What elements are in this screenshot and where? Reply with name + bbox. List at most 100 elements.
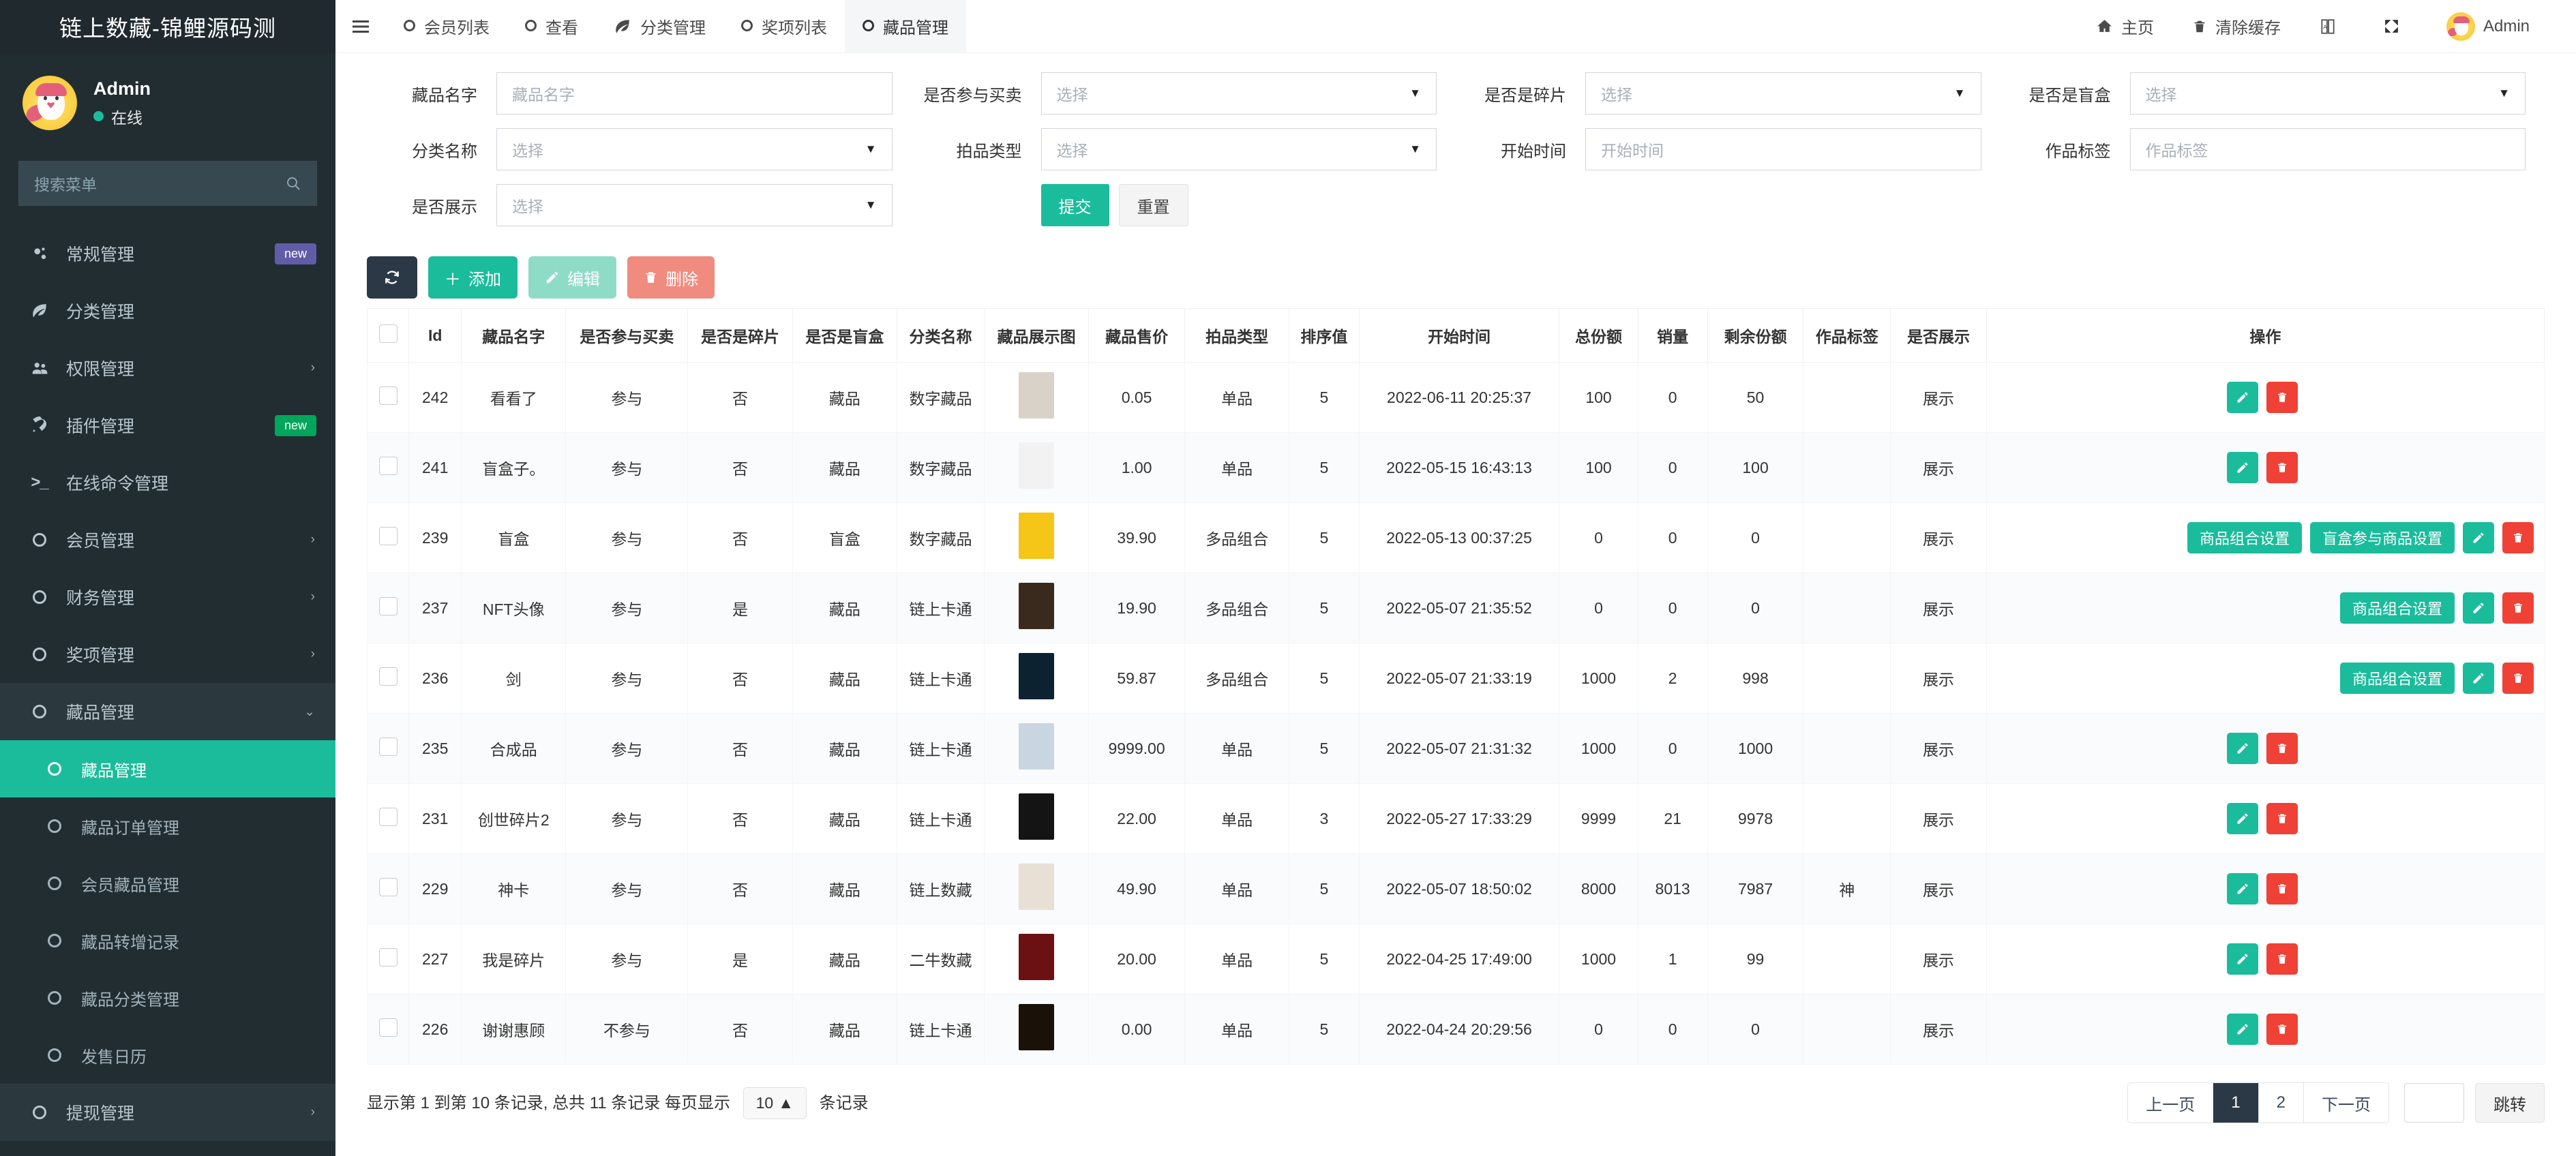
row-edit-button[interactable]: [2463, 663, 2494, 694]
row-checkbox[interactable]: [378, 596, 398, 615]
table-row[interactable]: 227 我是碎片 参与是藏品 二牛数藏 20.00 单品 5 2022-04-25 17:49…: [366, 924, 2545, 994]
row-checkbox[interactable]: [378, 877, 398, 896]
collection-thumbnail[interactable]: [1019, 864, 1055, 910]
row-delete-button[interactable]: [2266, 873, 2298, 904]
row-edit-button[interactable]: [2227, 803, 2259, 834]
filter-input[interactable]: 藏品名字: [496, 72, 893, 115]
edit-button[interactable]: 编辑: [528, 256, 616, 299]
brand-title[interactable]: 链上数藏-锦鲤源码测: [0, 0, 335, 53]
tab-3[interactable]: 奖项列表: [723, 0, 845, 52]
cell-display[interactable]: 展示: [1890, 362, 1987, 433]
jump-input[interactable]: [2404, 1083, 2464, 1123]
sidebar-item-2[interactable]: 权限管理 ›: [0, 339, 335, 397]
page-button-1[interactable]: 1: [2213, 1083, 2259, 1123]
row-checkbox-cell[interactable]: [366, 994, 410, 1065]
topbar-action-2[interactable]: A: [2300, 18, 2364, 35]
table-row[interactable]: 239 盲盒 参与否盲盒 数字藏品 39.90 多品组合 5 2022-05-13 00:37…: [366, 502, 2545, 573]
sidebar-item-13[interactable]: 藏品分类管理: [0, 969, 335, 1026]
row-checkbox-cell[interactable]: [366, 853, 410, 924]
tab-4[interactable]: 藏品管理: [845, 0, 966, 52]
row-checkbox[interactable]: [378, 807, 398, 826]
sidebar-item-15[interactable]: 提现管理 ›: [0, 1084, 335, 1141]
row-checkbox-cell[interactable]: [366, 643, 410, 714]
row-edit-button[interactable]: [2227, 733, 2259, 764]
cell-display[interactable]: 展示: [1890, 994, 1987, 1065]
table-row[interactable]: 229 神卡 参与否藏品 链上数藏 49.90 单品 5 2022-05-07 18:50:0…: [366, 853, 2545, 924]
sidebar-item-12[interactable]: 藏品转增记录: [0, 912, 335, 969]
sidebar-item-10[interactable]: 藏品订单管理: [0, 797, 335, 855]
row-checkbox[interactable]: [378, 526, 398, 545]
tab-2[interactable]: 分类管理: [596, 0, 723, 52]
row-checkbox-cell[interactable]: [366, 573, 410, 643]
sidebar-item-6[interactable]: 财务管理 ›: [0, 568, 335, 626]
topbar-action-3[interactable]: [2364, 18, 2427, 35]
row-checkbox[interactable]: [378, 667, 398, 686]
topbar-action-1[interactable]: 清除缓存: [2173, 14, 2300, 38]
row-delete-button[interactable]: [2502, 663, 2534, 694]
row-delete-button[interactable]: [2266, 943, 2298, 975]
topbar-action-4[interactable]: Admin: [2427, 12, 2549, 41]
row-delete-button[interactable]: [2266, 1014, 2298, 1045]
row-edit-button[interactable]: [2227, 1014, 2259, 1045]
cell-display[interactable]: 展示: [1890, 573, 1987, 643]
sidebar-item-8[interactable]: 藏品管理 ⌄: [0, 683, 335, 740]
prev-page-button[interactable]: 上一页: [2128, 1083, 2214, 1123]
tab-0[interactable]: 会员列表: [386, 0, 507, 52]
row-delete-button[interactable]: [2502, 592, 2534, 624]
filter-input[interactable]: 开始时间: [1585, 128, 1981, 170]
cell-thumb[interactable]: [983, 573, 1090, 643]
hamburger-icon[interactable]: [335, 0, 386, 52]
table-row[interactable]: 231 创世碎片2 参与否藏品 链上卡通 22.00 单品 3 2022-05-27 17:3…: [366, 783, 2545, 854]
table-row[interactable]: 242 看看了 参与否藏品 数字藏品 0.05 单品 5 2022-06-11 20:25:3…: [366, 362, 2545, 433]
extra-action-button[interactable]: 商品组合设置: [2339, 663, 2455, 694]
page-button-2[interactable]: 2: [2258, 1083, 2304, 1123]
collection-thumbnail[interactable]: [1019, 583, 1055, 629]
cell-thumb[interactable]: [983, 432, 1090, 503]
delete-button[interactable]: 删除: [627, 256, 715, 299]
collection-thumbnail[interactable]: [1019, 793, 1055, 840]
collection-thumbnail[interactable]: [1019, 513, 1055, 559]
submit-button[interactable]: 提交: [1040, 184, 1109, 226]
add-button[interactable]: ＋ 添加: [428, 256, 518, 299]
row-edit-button[interactable]: [2227, 873, 2259, 904]
row-checkbox[interactable]: [378, 386, 398, 405]
row-checkbox[interactable]: [378, 737, 398, 756]
cell-display[interactable]: 展示: [1890, 432, 1987, 503]
row-edit-button[interactable]: [2463, 522, 2494, 553]
row-edit-button[interactable]: [2227, 452, 2259, 483]
row-delete-button[interactable]: [2266, 382, 2298, 413]
reset-button[interactable]: 重置: [1118, 184, 1188, 226]
row-delete-button[interactable]: [2266, 733, 2298, 764]
sidebar-item-4[interactable]: >_ 在线命令管理: [0, 454, 335, 511]
page-size-selector[interactable]: 10 ▲: [743, 1086, 807, 1119]
filter-select[interactable]: 选择 ▼: [1040, 128, 1437, 170]
select-all-checkbox[interactable]: [378, 324, 398, 343]
cell-thumb[interactable]: [983, 924, 1090, 994]
filter-select[interactable]: 选择 ▼: [1585, 72, 1981, 115]
row-delete-button[interactable]: [2266, 452, 2298, 483]
row-delete-button[interactable]: [2502, 522, 2534, 553]
row-checkbox-cell[interactable]: [366, 924, 410, 994]
collection-thumbnail[interactable]: [1019, 934, 1055, 980]
filter-input[interactable]: 作品标签: [2129, 128, 2526, 170]
cell-thumb[interactable]: [983, 713, 1090, 784]
filter-select[interactable]: 选择 ▼: [1040, 72, 1437, 115]
sidebar-item-14[interactable]: 发售日历: [0, 1026, 335, 1084]
filter-select[interactable]: 选择 ▼: [496, 128, 893, 170]
sidebar-item-9[interactable]: 藏品管理: [0, 740, 335, 797]
next-page-button[interactable]: 下一页: [2304, 1083, 2388, 1123]
table-row[interactable]: 241 盲盒子。 参与否藏品 数字藏品 1.00 单品 5 2022-05-15 16:43:…: [366, 432, 2545, 503]
cell-thumb[interactable]: [983, 362, 1090, 433]
table-row[interactable]: 235 合成品 参与否藏品 链上卡通 9999.00 单品 5 2022-05-07 21:3…: [366, 713, 2545, 784]
row-edit-button[interactable]: [2463, 592, 2494, 624]
sidebar-item-0[interactable]: 常规管理 new: [0, 225, 335, 282]
refresh-button[interactable]: [367, 256, 417, 299]
table-row[interactable]: 236 剑参与否藏品 链上卡通 59.87 多品组合 5 2022-05-07 21:33:…: [366, 643, 2545, 714]
collection-thumbnail[interactable]: [1019, 442, 1055, 489]
cell-thumb[interactable]: [983, 502, 1090, 573]
sidebar-item-3[interactable]: 插件管理 new: [0, 397, 335, 454]
cell-thumb[interactable]: [983, 643, 1090, 714]
row-checkbox-cell[interactable]: [366, 362, 410, 433]
cell-thumb[interactable]: [983, 994, 1090, 1065]
tab-1[interactable]: 查看: [507, 0, 596, 52]
